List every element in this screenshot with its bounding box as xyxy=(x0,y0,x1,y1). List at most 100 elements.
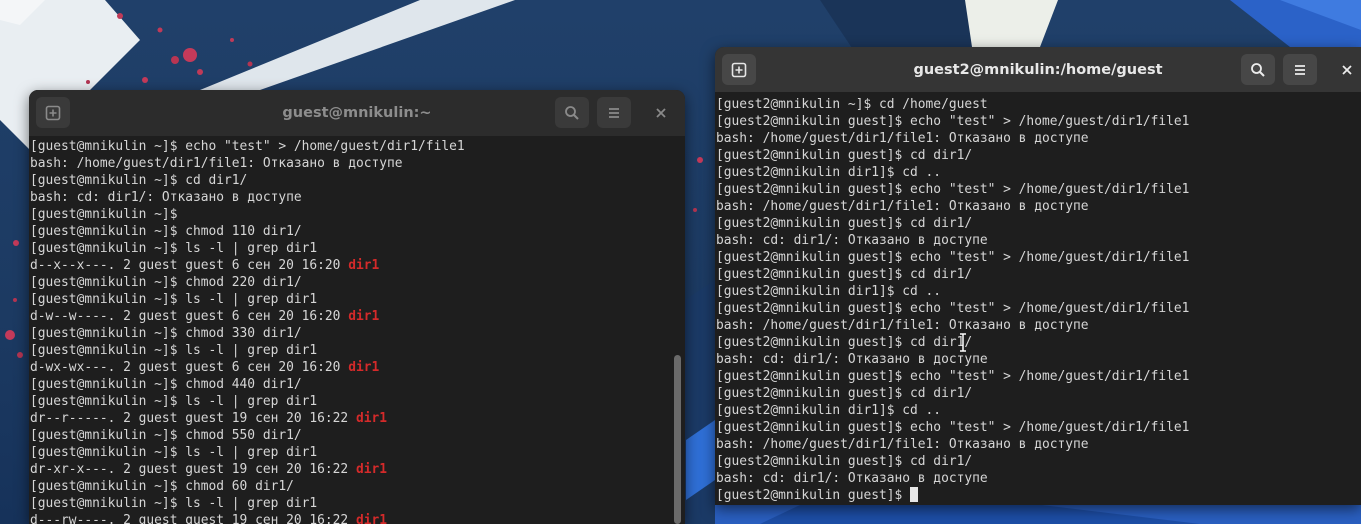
terminal-line-text: [guest@mnikulin ~]$ cd dir1/ xyxy=(30,173,248,188)
terminal-line: [guest2@mnikulin guest]$ cd dir1/ xyxy=(716,385,1361,402)
hamburger-menu-icon xyxy=(609,107,619,118)
terminal-line-text: bash: /home/guest/dir1/file1: Отказано в… xyxy=(716,199,1089,214)
terminal-line-text: bash: /home/guest/dir1/file1: Отказано в… xyxy=(30,156,403,171)
terminal-line: [guest2@mnikulin guest]$ cd dir1/ xyxy=(716,334,1361,351)
terminal-line-text: [guest2@mnikulin dir1]$ cd .. xyxy=(716,284,942,299)
terminal-line-text: [guest2@mnikulin ~]$ cd /home/guest xyxy=(716,97,988,112)
terminal-cursor xyxy=(910,487,919,502)
terminal-line-text: d-wx-wx---. 2 guest guest 6 сен 20 16:20 xyxy=(30,360,349,375)
menu-button[interactable] xyxy=(597,97,631,128)
terminal-line-text: [guest2@mnikulin guest]$ cd dir1/ xyxy=(716,148,973,163)
terminal-headerbar[interactable]: guest@mnikulin:~ xyxy=(29,90,685,136)
terminal-line: bash: /home/guest/dir1/file1: Отказано в… xyxy=(716,130,1361,147)
terminal-line-text: [guest@mnikulin ~]$ xyxy=(30,207,178,222)
terminal-line-text: [guest@mnikulin ~]$ ls -l | grep dir1 xyxy=(30,241,318,256)
terminal-line: [guest2@mnikulin guest]$ echo "test" > /… xyxy=(716,419,1361,436)
terminal-line-text: [guest@mnikulin ~]$ chmod 110 dir1/ xyxy=(30,224,302,239)
terminal-line: [guest@mnikulin ~]$ ls -l | grep dir1 xyxy=(30,393,685,410)
terminal-line: [guest@mnikulin ~]$ chmod 550 dir1/ xyxy=(30,427,685,444)
terminal-line: [guest2@mnikulin dir1]$ cd .. xyxy=(716,402,1361,419)
terminal-line: d-w--w----. 2 guest guest 6 сен 20 16:20… xyxy=(30,308,685,325)
new-tab-button[interactable] xyxy=(36,97,70,128)
terminal-line-text: [guest2@mnikulin guest]$ echo "test" > /… xyxy=(716,114,1190,129)
terminal-output[interactable]: [guest2@mnikulin ~]$ cd /home/guest [gues… xyxy=(716,96,1361,504)
terminal-line-text: bash: cd: dir1/: Отказано в доступе xyxy=(716,233,988,248)
terminal-line-text: d---rw----. 2 guest guest 19 сен 20 16:2… xyxy=(30,513,356,524)
terminal-line: bash: cd: dir1/: Отказано в доступе xyxy=(716,351,1361,368)
terminal-line-text: [guest2@mnikulin guest]$ echo "test" > /… xyxy=(716,301,1190,316)
new-tab-button[interactable] xyxy=(722,54,756,85)
terminal-line-text: d-w--w----. 2 guest guest 6 сен 20 16:20 xyxy=(30,309,349,324)
terminal-line-text: [guest@mnikulin ~]$ echo "test" > /home/… xyxy=(30,139,465,154)
terminal-line: [guest@mnikulin ~]$ cd dir1/ xyxy=(30,172,685,189)
terminal-line-text: [guest@mnikulin ~]$ ls -l | grep dir1 xyxy=(30,343,318,358)
terminal-line: bash: /home/guest/dir1/file1: Отказано в… xyxy=(716,317,1361,334)
terminal-line-text: [guest@mnikulin ~]$ ls -l | grep dir1 xyxy=(30,394,318,409)
terminal-line: dr-xr-x---. 2 guest guest 19 сен 20 16:2… xyxy=(30,461,685,478)
terminal-line-text: [guest@mnikulin ~]$ chmod 550 dir1/ xyxy=(30,428,302,443)
terminal-line-text: [guest@mnikulin ~]$ chmod 60 dir1/ xyxy=(30,479,294,494)
terminal-line: bash: /home/guest/dir1/file1: Отказано в… xyxy=(716,198,1361,215)
search-button[interactable] xyxy=(555,97,589,128)
terminal-window-guest[interactable]: guest@mnikulin:~ [guest@mnikulin ~]$ ech… xyxy=(29,90,685,524)
terminal-line-text: [guest@mnikulin ~]$ ls -l | grep dir1 xyxy=(30,292,318,307)
terminal-line: bash: cd: dir1/: Отказано в доступе xyxy=(30,189,685,206)
terminal-prompt-line: [guest2@mnikulin guest]$ xyxy=(716,487,1361,504)
terminal-line-text: dr--r-----. 2 guest guest 19 сен 20 16:2… xyxy=(30,411,356,426)
terminal-line: d-wx-wx---. 2 guest guest 6 сен 20 16:20… xyxy=(30,359,685,376)
terminal-line-text: dr-xr-x---. 2 guest guest 19 сен 20 16:2… xyxy=(30,462,356,477)
scrollbar-thumb[interactable] xyxy=(674,355,681,524)
directory-name: dir1 xyxy=(355,462,388,477)
terminal-line-text: [guest2@mnikulin dir1]$ cd .. xyxy=(716,403,942,418)
terminal-line: [guest@mnikulin ~]$ ls -l | grep dir1 xyxy=(30,444,685,461)
terminal-line: d--x--x---. 2 guest guest 6 сен 20 16:20… xyxy=(30,257,685,274)
terminal-line: bash: /home/guest/dir1/file1: Отказано в… xyxy=(30,155,685,172)
terminal-window-guest2[interactable]: guest2@mnikulin:/home/guest [guest2@mnik… xyxy=(715,47,1361,505)
terminal-line: [guest2@mnikulin guest]$ echo "test" > /… xyxy=(716,181,1361,198)
terminal-line-text: [guest2@mnikulin guest]$ cd dir1/ xyxy=(716,454,973,469)
terminal-line: [guest2@mnikulin guest]$ echo "test" > /… xyxy=(716,113,1361,130)
terminal-line: [guest@mnikulin ~]$ ls -l | grep dir1 xyxy=(30,495,685,512)
terminal-line: [guest@mnikulin ~]$ echo "test" > /home/… xyxy=(30,138,685,155)
terminal-line-text: [guest2@mnikulin guest]$ xyxy=(716,488,911,503)
directory-name: dir1 xyxy=(348,309,380,324)
terminal-line-text: [guest@mnikulin ~]$ ls -l | grep dir1 xyxy=(30,445,318,460)
terminal-line-text: bash: /home/guest/dir1/file1: Отказано в… xyxy=(716,131,1089,146)
text-cursor-icon xyxy=(960,333,966,352)
terminal-line-text: [guest@mnikulin ~]$ ls -l | grep dir1 xyxy=(30,496,318,511)
terminal-line: [guest@mnikulin ~]$ ls -l | grep dir1 xyxy=(30,240,685,257)
terminal-line-text: [guest2@mnikulin guest]$ echo "test" > /… xyxy=(716,420,1190,435)
terminal-line: [guest@mnikulin ~]$ chmod 330 dir1/ xyxy=(30,325,685,342)
terminal-line: [guest2@mnikulin guest]$ echo "test" > /… xyxy=(716,300,1361,317)
terminal-line: [guest2@mnikulin guest]$ cd dir1/ xyxy=(716,453,1361,470)
terminal-output[interactable]: [guest@mnikulin ~]$ echo "test" > /home/… xyxy=(30,138,685,524)
terminal-line-text: bash: /home/guest/dir1/file1: Отказано в… xyxy=(716,437,1089,452)
terminal-line-text: [guest2@mnikulin guest]$ cd dir1/ xyxy=(716,335,973,350)
terminal-line: [guest@mnikulin ~]$ chmod 110 dir1/ xyxy=(30,223,685,240)
close-icon xyxy=(656,107,666,118)
terminal-line-text: [guest@mnikulin ~]$ chmod 220 dir1/ xyxy=(30,275,302,290)
terminal-line: [guest2@mnikulin guest]$ cd dir1/ xyxy=(716,147,1361,164)
terminal-line-text: [guest2@mnikulin guest]$ echo "test" > /… xyxy=(716,250,1190,265)
terminal-headerbar[interactable]: guest2@mnikulin:/home/guest xyxy=(715,47,1361,92)
terminal-line-text: d--x--x---. 2 guest guest 6 сен 20 16:20 xyxy=(30,258,349,273)
terminal-line-text: [guest2@mnikulin guest]$ cd dir1/ xyxy=(716,386,973,401)
terminal-line-text: [guest@mnikulin ~]$ chmod 330 dir1/ xyxy=(30,326,302,341)
window-title: guest@mnikulin:~ xyxy=(282,105,432,121)
terminal-line: bash: cd: dir1/: Отказано в доступе xyxy=(716,232,1361,249)
terminal-line: [guest2@mnikulin guest]$ echo "test" > /… xyxy=(716,368,1361,385)
terminal-line: [guest@mnikulin ~]$ chmod 220 dir1/ xyxy=(30,274,685,291)
terminal-line: [guest@mnikulin ~]$ xyxy=(30,206,685,223)
close-button[interactable] xyxy=(648,97,674,128)
search-button[interactable] xyxy=(1241,54,1275,85)
terminal-line: [guest@mnikulin ~]$ chmod 440 dir1/ xyxy=(30,376,685,393)
terminal-line-text: [guest@mnikulin ~]$ chmod 440 dir1/ xyxy=(30,377,302,392)
close-button[interactable] xyxy=(1334,54,1360,85)
terminal-line: [guest2@mnikulin dir1]$ cd .. xyxy=(716,283,1361,300)
terminal-line: d---rw----. 2 guest guest 19 сен 20 16:2… xyxy=(30,512,685,524)
terminal-line-text: bash: /home/guest/dir1/file1: Отказано в… xyxy=(716,318,1089,333)
directory-name: dir1 xyxy=(348,360,380,375)
terminal-line: bash: /home/guest/dir1/file1: Отказано в… xyxy=(716,436,1361,453)
terminal-line-text: bash: cd: dir1/: Отказано в доступе xyxy=(716,471,988,486)
menu-button[interactable] xyxy=(1283,54,1317,85)
